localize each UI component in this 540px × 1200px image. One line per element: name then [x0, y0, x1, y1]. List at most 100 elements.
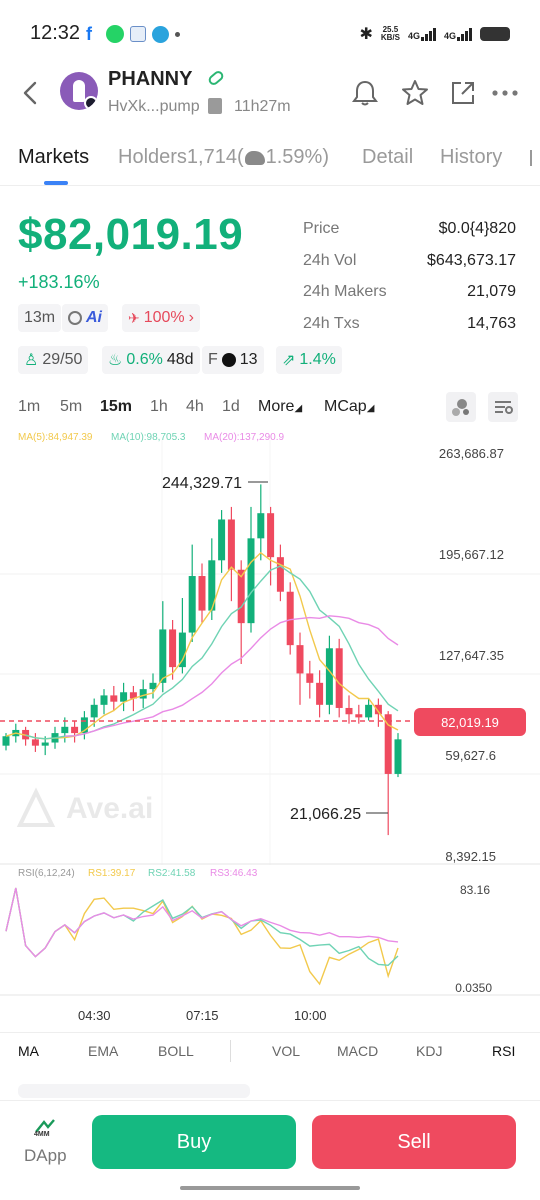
bell-icon[interactable]	[350, 78, 380, 108]
timeframe-1h[interactable]: 1h	[150, 398, 168, 416]
token-name: PHANNY	[108, 68, 193, 90]
candle-body	[178, 632, 186, 668]
candle-body	[159, 629, 167, 683]
ai-search-chip[interactable]: Ai	[62, 304, 108, 332]
stat-label-txs: 24h Txs	[303, 315, 360, 332]
indicator-divider	[230, 1040, 231, 1062]
runner-chip[interactable]: ✈ 100% ›	[122, 304, 200, 332]
bluetooth-icon: ✱	[359, 26, 373, 43]
indicator-ma[interactable]: MA	[18, 1043, 39, 1059]
ai-label: Ai	[86, 309, 102, 326]
system-icons: ✱ 25.5 KB/S 4G 4G	[359, 24, 510, 44]
candle-body	[247, 538, 255, 624]
rocket-pct: 1.4%	[299, 351, 336, 368]
holders-rat-icon	[244, 150, 265, 165]
timeframe-more[interactable]: More◢	[258, 398, 302, 416]
candle-body	[198, 576, 206, 611]
x-tick: 10:00	[294, 1008, 327, 1023]
token-address[interactable]: HvXk...pump	[108, 98, 200, 116]
candle-body	[335, 648, 343, 708]
dev-pct: 0.6%	[126, 351, 163, 368]
indicator-rsi[interactable]: RSI	[492, 1043, 515, 1059]
current-price-tag-label: 82,019.19	[441, 715, 499, 730]
more-icon[interactable]	[490, 78, 520, 108]
fresh-wallet-chip[interactable]: F 13	[202, 346, 264, 374]
candle-body	[345, 707, 353, 715]
rsi-chart[interactable]: 83.16 0.0350	[0, 878, 540, 996]
candle-body	[257, 513, 265, 539]
candle-body	[90, 704, 98, 718]
indicator-ema[interactable]: EMA	[88, 1043, 118, 1059]
buy-button[interactable]: Buy	[92, 1115, 296, 1169]
timeframe-4h[interactable]: 4h	[186, 398, 204, 416]
candlestick-chart[interactable]: Ave.ai 263,686.87 195,667.12 127,647.35 …	[0, 440, 540, 865]
y-tick: 8,392.15	[445, 849, 496, 864]
status-time: 12:32	[30, 22, 81, 44]
candle-body	[384, 714, 392, 774]
candle-body	[71, 726, 79, 734]
mcap-toggle[interactable]: MCap◢	[324, 398, 374, 416]
candles-group	[2, 484, 402, 836]
back-icon[interactable]	[20, 80, 42, 106]
main-tabs: Markets Holders1,714(1.59%) Detail Histo…	[0, 140, 540, 186]
rsi-lines-group	[5, 887, 399, 986]
rsi12-line	[5, 887, 399, 967]
chart-settings-icon[interactable]	[488, 392, 518, 422]
whatsapp-icon	[106, 25, 124, 43]
candle-body	[237, 569, 245, 624]
candle-body	[227, 519, 235, 570]
stat-value-makers: 21,079	[467, 283, 516, 300]
snipers-count: 29/50	[42, 351, 83, 368]
candle-body	[31, 739, 39, 746]
facebook-icon: f	[86, 24, 92, 44]
indicator-vol[interactable]: VOL	[272, 1043, 300, 1059]
timeframe-1m[interactable]: 1m	[18, 398, 40, 416]
rocket-chip[interactable]: ⇗ 1.4%	[276, 346, 342, 374]
chart-style-icon[interactable]	[446, 392, 476, 422]
indicator-boll[interactable]: BOLL	[158, 1043, 194, 1059]
candle-body	[296, 645, 304, 674]
dev-chip[interactable]: ♨ 0.6% 48d	[102, 346, 200, 374]
status-bar: 12:32 f ✱ 25.5 KB/S 4G 4G	[0, 0, 540, 60]
tab-holders-pct: 1.59%)	[265, 146, 329, 168]
corner-triangle-icon: ◢	[294, 403, 303, 414]
rsi-tick: 83.16	[460, 883, 490, 897]
snipers-chip[interactable]: ♙ 29/50	[18, 346, 89, 374]
star-icon[interactable]	[400, 78, 430, 108]
runner-icon: ✈	[128, 309, 140, 326]
candle-body	[188, 576, 196, 633]
indicator-macd[interactable]: MACD	[337, 1043, 378, 1059]
indicator-kdj[interactable]: KDJ	[416, 1043, 442, 1059]
dev-age: 48d	[166, 351, 194, 368]
copy-icon[interactable]	[208, 98, 222, 114]
mcap-label: MCap	[324, 398, 367, 415]
ave-watermark: Ave.ai	[16, 787, 153, 827]
fresh-label: F	[208, 351, 218, 368]
tab-markets[interactable]: Markets	[18, 146, 89, 169]
rocket-icon: ⇗	[282, 352, 296, 369]
candle-body	[2, 736, 10, 746]
candle-body	[267, 513, 275, 558]
tab-holders[interactable]: Holders1,714(1.59%)	[118, 146, 329, 169]
share-icon[interactable]	[448, 78, 478, 108]
timeframe-5m[interactable]: 5m	[60, 398, 82, 416]
tab-detail[interactable]: Detail	[362, 146, 413, 169]
timeframe-15m[interactable]: 15m	[100, 398, 132, 416]
sell-button[interactable]: Sell	[312, 1115, 516, 1169]
fresh-count: 13	[239, 351, 258, 368]
search-icon	[68, 311, 82, 325]
token-age: 11h27m	[234, 98, 291, 115]
stat-label-price: Price	[303, 220, 340, 237]
notification-icons: f	[86, 25, 180, 43]
timeframe-1d[interactable]: 1d	[222, 398, 240, 416]
dapp-label[interactable]: DApp	[24, 1146, 67, 1166]
tabs-overflow-indicator	[530, 150, 532, 166]
user-star-icon: ♙	[24, 352, 39, 369]
candle-body	[110, 695, 118, 702]
home-indicator[interactable]	[180, 1186, 360, 1190]
scroll-placeholder	[18, 1084, 250, 1098]
divider	[0, 1032, 540, 1033]
tab-active-underline	[44, 181, 68, 185]
tab-history[interactable]: History	[440, 146, 502, 169]
more-dot-icon	[175, 31, 180, 37]
